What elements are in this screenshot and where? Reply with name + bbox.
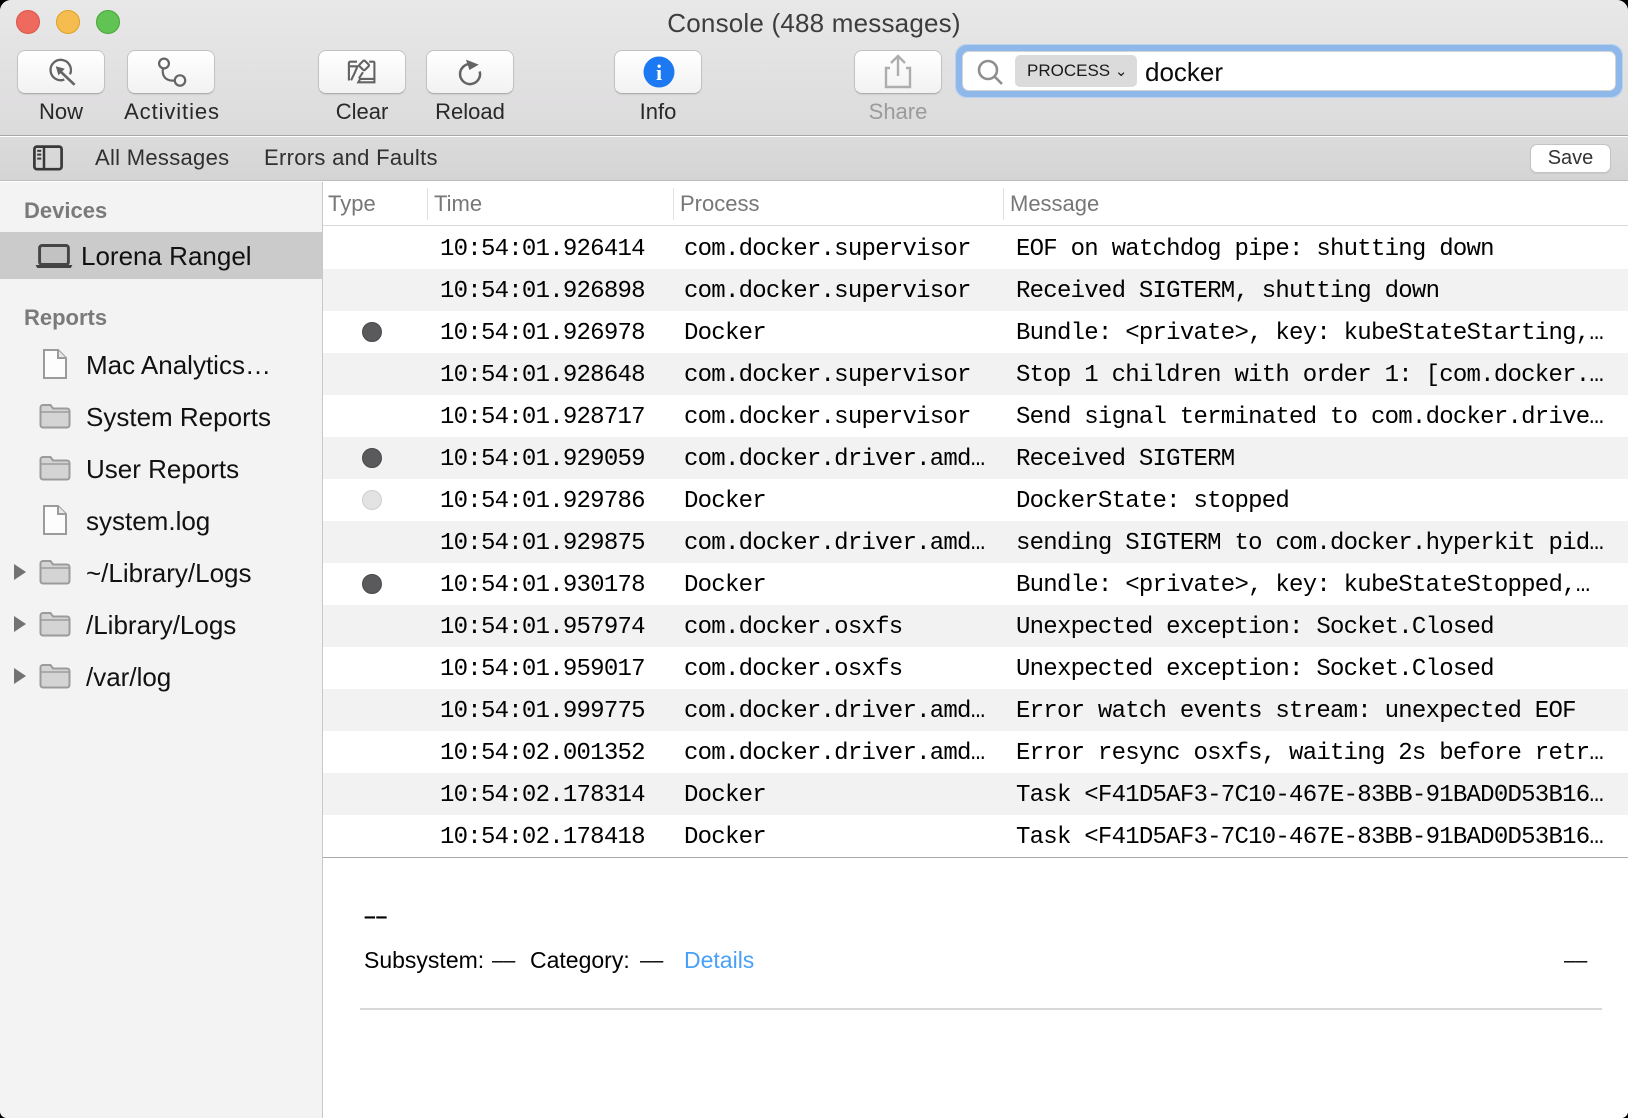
svg-text:i: i <box>656 60 662 85</box>
